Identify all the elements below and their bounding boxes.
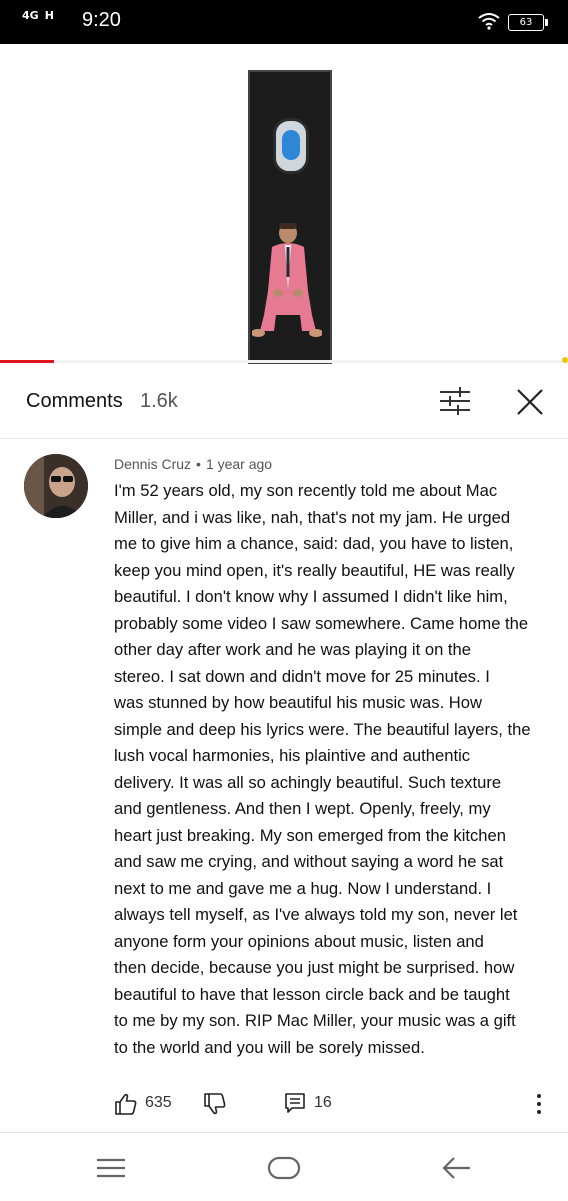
- comment-line: to the world and you will be sorely miss…: [114, 1037, 425, 1057]
- back-icon[interactable]: [440, 1153, 474, 1183]
- comments-count: 1.6k: [140, 390, 178, 412]
- video-thumbnail-window: [273, 118, 309, 174]
- comment-line: to me by my son. RIP Mac Miller, your mu…: [114, 1011, 516, 1030]
- comment-line: other day after work and he was playing …: [114, 640, 471, 659]
- avatar[interactable]: [24, 454, 88, 518]
- comment-line: delivery. It was all so achingly beautif…: [114, 772, 502, 792]
- reply-count: 16: [314, 1094, 332, 1111]
- thumbs-up-icon[interactable]: [114, 1092, 138, 1116]
- comment-line: anyone form your opinions about music, l…: [114, 931, 484, 951]
- thumbs-down-icon[interactable]: [203, 1092, 227, 1116]
- network-type-4g: 4G: [22, 9, 39, 22]
- comment-meta: Dennis Cruz • 1 year ago: [114, 456, 272, 472]
- comment-line: me to give him a chance, said: dad, you …: [114, 534, 514, 553]
- clock: 9:20: [82, 9, 121, 31]
- like-count: 635: [145, 1094, 172, 1111]
- filter-icon[interactable]: [438, 386, 472, 416]
- comment-line: then decide, because you just might be s…: [114, 958, 515, 977]
- battery-level: 63: [519, 17, 533, 28]
- status-bar: 4G H 9:20 63: [0, 0, 568, 44]
- video-player[interactable]: [0, 44, 568, 366]
- meta-separator: •: [196, 456, 201, 472]
- menu-icon[interactable]: [94, 1155, 128, 1181]
- comment-line: and saw me crying, and without saying a …: [114, 852, 504, 871]
- video-progress-track[interactable]: [54, 360, 568, 363]
- comment-line: next to me and gave me a hug. Now I unde…: [114, 878, 492, 898]
- comment-actions: 635 16: [0, 1088, 568, 1122]
- comment-line: beautiful. I don't know why I assumed I …: [114, 587, 508, 606]
- comment-line: simple and deep his lyrics were. The bea…: [114, 719, 531, 739]
- wifi-icon: [478, 13, 500, 30]
- network-type-h: H: [44, 9, 54, 22]
- comment-author[interactable]: Dennis Cruz: [114, 456, 191, 472]
- video-buffer-marker: [562, 357, 568, 363]
- comment-line: heart just breaking. My son emerged from…: [114, 825, 506, 845]
- comment-age: 1 year ago: [205, 456, 273, 472]
- comments-header: Comments 1.6k: [0, 368, 568, 439]
- comment-line: beautiful to have that lesson circle bac…: [114, 984, 510, 1004]
- video-thumbnail-person: [252, 223, 322, 337]
- comment-line: probably some video I saw somewhere. Cam…: [114, 613, 529, 633]
- comment-line: I'm 52 years old, my son recently told m…: [114, 481, 498, 500]
- home-icon[interactable]: [266, 1155, 302, 1181]
- comments-title: Comments: [26, 390, 123, 412]
- close-icon[interactable]: [514, 386, 546, 418]
- more-vertical-icon[interactable]: [530, 1092, 548, 1116]
- network-indicator: 4G H: [22, 10, 60, 21]
- comment-line: stereo. I sat down and didn't move for 2…: [114, 666, 490, 686]
- reply-icon[interactable]: [284, 1092, 306, 1114]
- video-progress-bar[interactable]: [0, 360, 54, 363]
- avatar-image: [24, 454, 88, 518]
- comment-line: Miller, and i was like, nah, that's not …: [114, 507, 511, 527]
- battery-icon: 63: [508, 14, 548, 31]
- comment-line: keep you mind open, it's really beautifu…: [114, 560, 515, 580]
- comment-line: and gentleness. And then I wept. Openly,…: [114, 799, 491, 818]
- comment-line: was stunned by how beautiful his music w…: [114, 693, 483, 712]
- comment-line: lush vocal harmonies, his plaintive and …: [114, 746, 471, 765]
- system-nav-bar: [0, 1132, 568, 1201]
- comment-text: I'm 52 years old, my son recently told m…: [114, 478, 554, 1061]
- comment-line: always tell myself, as I've always told …: [114, 905, 518, 924]
